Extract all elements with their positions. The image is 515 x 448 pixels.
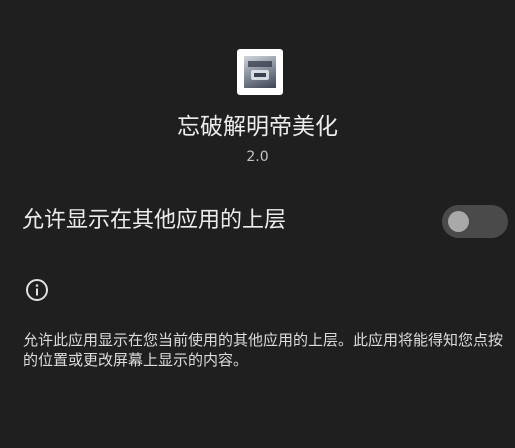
overlay-permission-toggle[interactable] [442, 205, 508, 238]
info-icon [26, 279, 48, 301]
toggle-knob [448, 211, 469, 232]
app-logo-icon [237, 49, 283, 95]
app-logo-artwork [244, 56, 276, 88]
app-name: 忘破解明帝美化 [177, 114, 338, 140]
app-version: 2.0 [246, 149, 269, 165]
permission-label: 允许显示在其他应用的上层 [22, 208, 287, 233]
permission-description: 允许此应用显示在您当前使用的其他应用的上层。此应用将能得知您点按的位置或更改屏幕… [23, 331, 504, 369]
